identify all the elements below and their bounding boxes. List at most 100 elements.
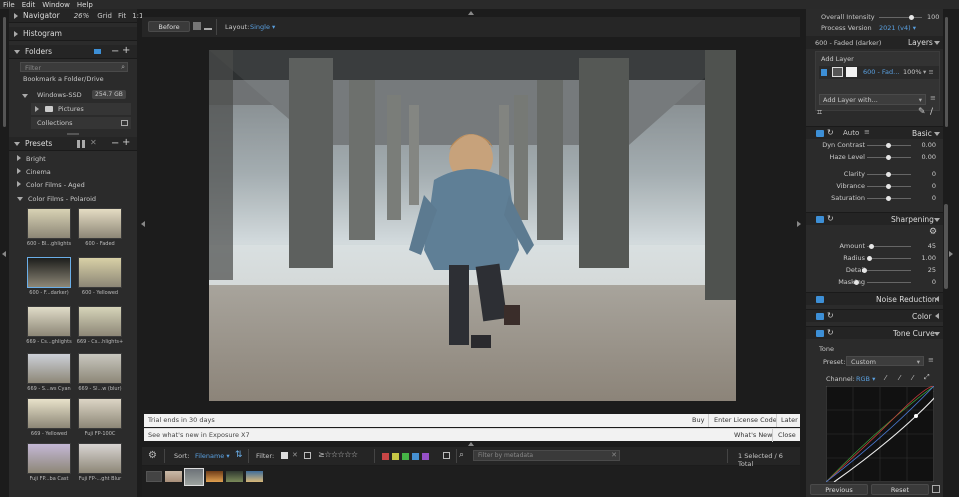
navigator-header[interactable]: Navigator 26% Grid Fit 1:1 — [9, 9, 143, 23]
layer-opacity-dropdown-icon[interactable]: ▾ ≡ — [923, 68, 934, 76]
add-layer-menu-icon[interactable]: ≡ — [930, 94, 936, 102]
flag-unflagged-icon[interactable] — [304, 452, 311, 459]
adjustment-slider[interactable] — [867, 143, 911, 148]
metadata-filter-input[interactable]: Filter by metadata ✕ — [473, 450, 620, 461]
slider-knob[interactable] — [854, 280, 859, 285]
preset-thumbnail[interactable] — [27, 398, 71, 429]
slider-knob[interactable] — [886, 143, 891, 148]
compare-square-icon[interactable] — [193, 22, 201, 30]
right-scrollbar-thumb[interactable] — [945, 17, 948, 127]
auto-button[interactable]: Auto — [843, 129, 859, 137]
reset-section-icon[interactable]: ↻ — [827, 214, 834, 223]
preset-thumbnail[interactable] — [27, 443, 71, 474]
add-layer-with-dropdown[interactable]: Add Layer with... ▾ — [819, 94, 926, 105]
preset-thumbnail[interactable] — [27, 257, 71, 288]
reset-section-icon[interactable]: ↻ — [827, 128, 834, 137]
slider-knob[interactable] — [886, 184, 891, 189]
slider-knob[interactable] — [886, 155, 891, 160]
grid-view-icon[interactable] — [77, 140, 85, 148]
basic-toggle[interactable] — [816, 130, 824, 137]
bookmark-folder-link[interactable]: Bookmark a Folder/Drive — [23, 75, 104, 83]
menu-icon[interactable]: ≡ — [864, 128, 870, 136]
menu-file[interactable]: File — [3, 1, 15, 9]
preset-thumbnail[interactable] — [78, 208, 122, 239]
color-header[interactable]: ↻ Color — [806, 309, 943, 322]
before-button[interactable]: Before — [148, 21, 190, 32]
slider-knob[interactable] — [867, 256, 872, 261]
gear-icon[interactable]: ⚙ — [148, 450, 157, 461]
add-layer-button[interactable]: Add Layer — [821, 55, 854, 63]
expand-filmstrip-icon[interactable] — [468, 442, 474, 446]
adjustment-slider[interactable] — [867, 184, 911, 189]
filmstrip-thumb[interactable] — [246, 471, 263, 482]
adjustment-slider[interactable] — [854, 280, 911, 285]
color-label-filter[interactable] — [392, 452, 399, 460]
drive-row[interactable]: Windows-SSD 254.7 GB — [22, 90, 130, 102]
adjustments-scrollbar-thumb[interactable] — [944, 204, 948, 289]
collections-row[interactable]: Collections — [31, 117, 131, 129]
collapse-left-side-icon[interactable] — [141, 221, 145, 227]
folder-filter-input[interactable]: Filter ⌕ — [20, 62, 128, 72]
color-label-filter[interactable] — [412, 452, 419, 460]
tone-preset-dropdown[interactable]: Custom ▾ — [846, 356, 924, 366]
reset-section-icon[interactable]: ↻ — [827, 328, 834, 337]
crop-icon[interactable]: ⌗ — [817, 108, 822, 118]
histogram-header[interactable]: Histogram — [9, 27, 137, 41]
zoom-fit[interactable]: Fit — [118, 12, 126, 20]
photo-viewer[interactable] — [141, 38, 801, 410]
add-folder-icon[interactable]: + — [122, 45, 130, 56]
expand-curve-icon[interactable]: ⤢ — [924, 373, 930, 382]
process-version-dropdown[interactable]: 2021 (v4) ▾ — [879, 24, 916, 32]
add-preset-icon[interactable]: + — [122, 137, 130, 148]
layer-visibility-toggle[interactable] — [821, 69, 827, 76]
layout-dropdown[interactable]: Single ▾ — [250, 23, 275, 31]
sharpening-toggle[interactable] — [816, 216, 824, 223]
sort-direction-icon[interactable]: ⇅ — [235, 450, 243, 460]
black-point-eyedropper-icon[interactable]: ⁄ — [885, 374, 886, 382]
color-label-filter[interactable] — [382, 452, 389, 460]
preset-thumbnail[interactable] — [78, 443, 122, 474]
folder-pictures[interactable]: Pictures — [31, 103, 131, 115]
menu-window[interactable]: Window — [42, 1, 70, 9]
layers-header[interactable]: 600 - Faded (darker) Layers — [806, 36, 943, 49]
color-toggle[interactable] — [816, 313, 824, 320]
slider-knob[interactable] — [886, 196, 891, 201]
slider-knob[interactable] — [886, 172, 891, 177]
filmstrip-thumb[interactable] — [206, 471, 223, 482]
presets-header[interactable]: Presets ✕ − + — [9, 137, 137, 151]
left-scrollbar-thumb[interactable] — [3, 17, 6, 127]
eraser-brush-icon[interactable]: / — [930, 107, 933, 117]
preset-thumbnail[interactable] — [78, 257, 122, 288]
sort-dropdown[interactable]: Filename ▾ — [195, 452, 230, 460]
flag-pick-icon[interactable] — [281, 452, 288, 459]
adjustment-slider[interactable] — [867, 244, 911, 249]
later-link[interactable]: Later — [781, 416, 798, 424]
zoom-26[interactable]: 26% — [74, 12, 90, 20]
menu-help[interactable]: Help — [77, 1, 93, 9]
enter-license-link[interactable]: Enter License Code — [714, 416, 777, 424]
color-none-filter[interactable] — [443, 452, 450, 459]
filmstrip-thumb[interactable] — [226, 471, 243, 482]
collapse-left-icon[interactable] — [2, 251, 6, 257]
flag-reject-icon[interactable]: ✕ — [292, 451, 298, 459]
filmstrip-thumb[interactable] — [165, 471, 182, 482]
adjustment-slider[interactable] — [867, 155, 911, 160]
preset-category-aged[interactable]: Color Films - Aged — [17, 181, 85, 189]
layer-mask-thumbnail[interactable] — [846, 67, 857, 77]
import-folder-icon[interactable] — [94, 49, 101, 54]
tone-preset-menu-icon[interactable]: ≡ — [928, 356, 934, 364]
noise-toggle[interactable] — [816, 296, 824, 303]
previous-button[interactable]: Previous — [810, 484, 868, 495]
white-point-eyedropper-icon[interactable]: ⁄ — [912, 374, 913, 382]
collapse-right-icon[interactable] — [949, 251, 953, 257]
menu-edit[interactable]: Edit — [22, 1, 36, 9]
noise-reduction-header[interactable]: Noise Reduction — [806, 292, 943, 305]
whats-new-link[interactable]: What's New — [734, 431, 773, 439]
close-link[interactable]: Close — [778, 431, 796, 439]
preset-category-bright[interactable]: Bright — [17, 155, 46, 163]
collections-icon[interactable] — [121, 120, 128, 126]
preset-thumbnail[interactable] — [27, 353, 71, 384]
layer-row[interactable]: 600 - Fad... 100% ▾ ≡ — [819, 66, 939, 79]
filmstrip-thumb[interactable] — [146, 471, 162, 482]
folders-header[interactable]: Folders − + — [9, 45, 137, 59]
